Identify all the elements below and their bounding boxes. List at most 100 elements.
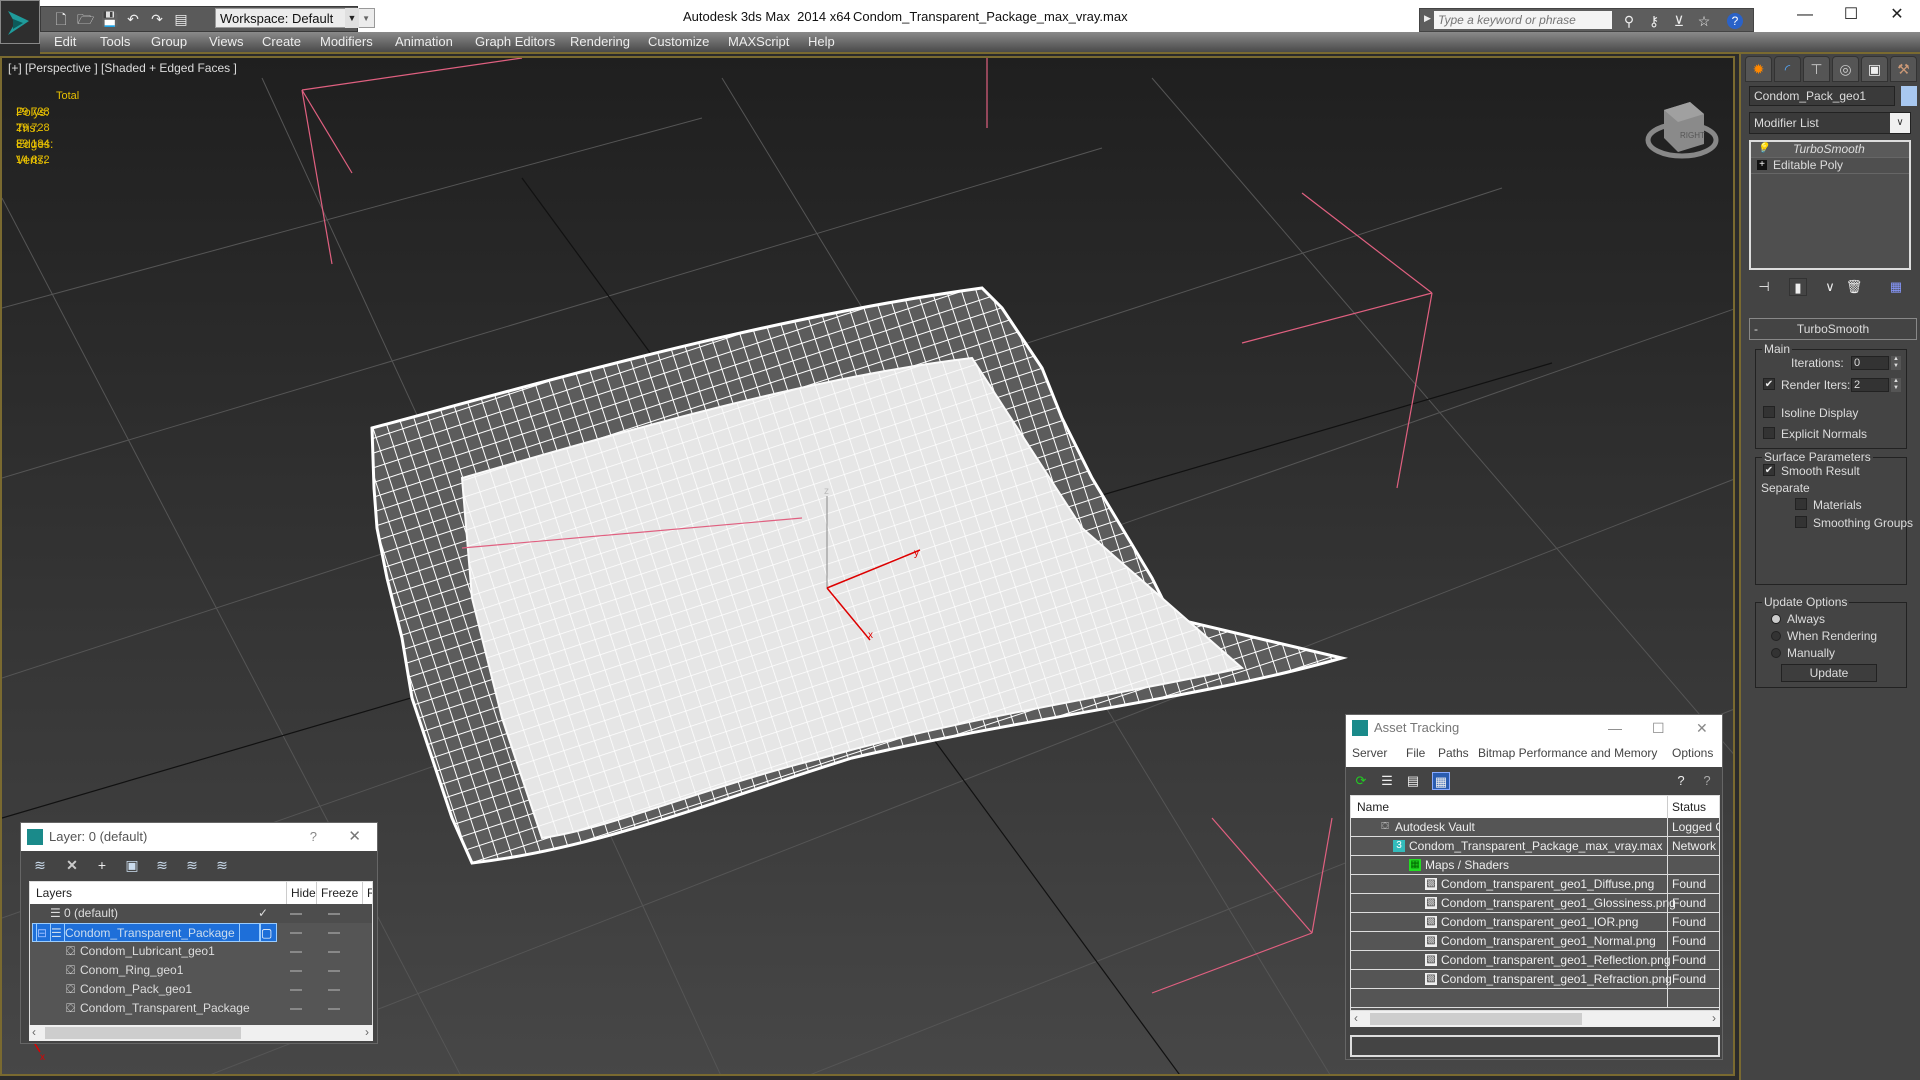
close-button[interactable]: ✕ [348,823,361,851]
isoline-display-checkbox[interactable] [1763,406,1775,418]
modify-tab-icon[interactable]: ◜ [1774,56,1801,82]
menu-animation[interactable]: Animation [395,34,453,49]
render-iters-checkbox[interactable]: ✔ [1763,378,1775,390]
explicit-normals-checkbox[interactable] [1763,427,1775,439]
column-hide[interactable]: Hide [286,882,316,904]
minimize-button[interactable]: — [1782,0,1828,32]
layer-window-titlebar[interactable]: Layer: 0 (default) ? ✕ [21,823,377,851]
stack-item-editable-poly[interactable]: + Editable Poly [1751,158,1909,174]
menu-server[interactable]: Server [1352,741,1387,765]
redo-icon[interactable]: ↷ [149,11,165,27]
horizontal-scrollbar[interactable]: ‹ › [1350,1011,1720,1027]
hide-all-layers-icon[interactable]: ≋ [183,856,201,874]
asset-row[interactable]: ▧ Condom_transparent_geo1_Reflection.png… [1351,951,1719,970]
asset-window-titlebar[interactable]: Asset Tracking — ☐ ✕ [1346,715,1722,741]
menu-bitmap-performance[interactable]: Bitmap Performance and Memory [1478,741,1657,765]
layer-row[interactable]: ⛋ Condom_Transparent_Package [30,999,372,1018]
viewcube[interactable]: RIGHT [1642,88,1722,168]
asset-row[interactable]: ⛋ Autodesk Vault Logged Out [1351,818,1719,837]
menu-customize[interactable]: Customize [648,34,709,49]
remove-modifier-icon[interactable]: 🗑 [1845,278,1863,296]
current-layer-checkmark-icon[interactable]: ✓ [258,904,272,923]
create-layer-icon[interactable]: ≋ [31,856,49,874]
minimize-button[interactable]: — [1608,715,1622,741]
undo-icon[interactable]: ↶ [125,11,141,27]
stack-item-turbosmooth[interactable]: 💡 TurboSmooth [1751,142,1909,158]
star-icon[interactable]: ☆ [1695,12,1713,30]
smoothing-groups-checkbox[interactable] [1795,516,1807,528]
list-view-icon[interactable]: ☰ [1378,772,1396,790]
hide-toggle[interactable] [290,970,302,972]
help-globe-icon[interactable]: ? [1672,772,1690,790]
modifier-list-dropdown[interactable]: Modifier List ∨ [1749,112,1911,134]
menu-edit[interactable]: Edit [54,34,76,49]
table-view-icon[interactable]: ▦ [1432,772,1450,790]
search-input[interactable] [1434,11,1612,29]
menu-paths[interactable]: Paths [1438,741,1469,765]
hide-toggle[interactable] [290,913,302,915]
asset-row[interactable]: ▧ Condom_transparent_geo1_Diffuse.png Fo… [1351,875,1719,894]
help-icon[interactable]: ? [1698,772,1716,790]
menu-file[interactable]: File [1406,741,1425,765]
column-freeze[interactable]: Freeze [316,882,358,904]
iterations-spinner[interactable]: 0 [1851,356,1889,370]
show-end-result-icon[interactable]: ▮ [1789,278,1807,296]
menu-graph-editors[interactable]: Graph Editors [475,34,555,49]
menu-create[interactable]: Create [262,34,301,49]
configure-modifier-sets-icon[interactable]: ▦ [1887,278,1905,296]
turbosmooth-rollout-header[interactable]: - TurboSmooth [1749,318,1917,340]
viewport-label-menu[interactable]: [+] [Perspective ] [Shaded + Edged Faces… [8,61,237,75]
new-file-icon[interactable]: 🗋 [53,11,69,27]
layer-row[interactable]: ⛋ Condom_Lubricant_geo1 [30,942,372,961]
lightbulb-icon[interactable]: 💡 [1757,144,1769,154]
smooth-result-checkbox[interactable]: ✔ [1763,464,1775,476]
select-objects-icon[interactable]: ▣ [123,856,141,874]
scrollbar-thumb[interactable] [1370,1013,1582,1025]
column-name[interactable]: Name [1357,796,1389,818]
create-tab-icon[interactable]: ✹ [1745,56,1772,82]
spinner-arrows-icon[interactable]: ▲ ▼ [1891,356,1901,370]
utilities-tab-icon[interactable]: ⚒ [1890,56,1917,82]
asset-row[interactable]: ▦ Maps / Shaders [1351,856,1719,875]
freeze-toggle[interactable] [328,1008,340,1010]
help-icon[interactable]: ? [1727,13,1743,29]
object-name-field[interactable]: Condom_Pack_geo1 [1749,86,1895,106]
layer-row[interactable]: ⊟ ☰ Condom_Transparent_Package ▢ [30,923,372,942]
freeze-all-layers-icon[interactable]: ≋ [213,856,231,874]
render-iters-spinner[interactable]: 2 [1851,378,1889,392]
scrollbar-thumb[interactable] [45,1027,241,1039]
freeze-toggle[interactable] [328,932,340,934]
satellite-icon[interactable]: ⊻ [1670,12,1688,30]
scroll-left-icon[interactable]: ‹ [1354,1011,1358,1025]
save-icon[interactable]: 💾 [101,11,118,27]
spinner-arrows-icon[interactable]: ▲ ▼ [1891,378,1901,392]
motion-tab-icon[interactable]: ◎ [1832,56,1859,82]
project-folder-icon[interactable]: ▤ [173,11,189,27]
add-to-layer-icon[interactable]: + [93,856,111,874]
menu-tools[interactable]: Tools [100,34,130,49]
expand-arrow-icon[interactable]: ▶ [1424,13,1431,24]
layer-row[interactable]: ⛋ Condom_Pack_geo1 [30,980,372,999]
freeze-toggle[interactable] [328,970,340,972]
tree-view-icon[interactable]: ▤ [1404,772,1422,790]
hide-toggle[interactable] [290,951,302,953]
column-render[interactable]: Re [362,882,372,904]
menu-rendering[interactable]: Rendering [570,34,630,49]
help-button[interactable]: ? [310,823,317,851]
scroll-right-icon[interactable]: › [365,1025,369,1039]
asset-row[interactable]: 3 Condom_Transparent_Package_max_vray.ma… [1351,837,1719,856]
delete-layer-icon[interactable]: ✕ [63,856,81,874]
close-button[interactable]: ✕ [1696,715,1708,741]
horizontal-scrollbar[interactable]: ‹ › [29,1025,373,1041]
hide-toggle[interactable] [290,989,302,991]
pin-stack-icon[interactable]: ⊣ [1755,278,1773,296]
menu-views[interactable]: Views [209,34,243,49]
hide-toggle[interactable] [290,932,302,934]
manually-radio[interactable] [1771,648,1781,658]
menu-help[interactable]: Help [808,34,835,49]
menu-options[interactable]: Options [1672,741,1713,765]
layer-row[interactable]: ☰ 0 (default) ✓ [30,904,372,923]
materials-checkbox[interactable] [1795,498,1807,510]
when-rendering-radio[interactable] [1771,631,1781,641]
update-button[interactable]: Update [1781,664,1877,682]
